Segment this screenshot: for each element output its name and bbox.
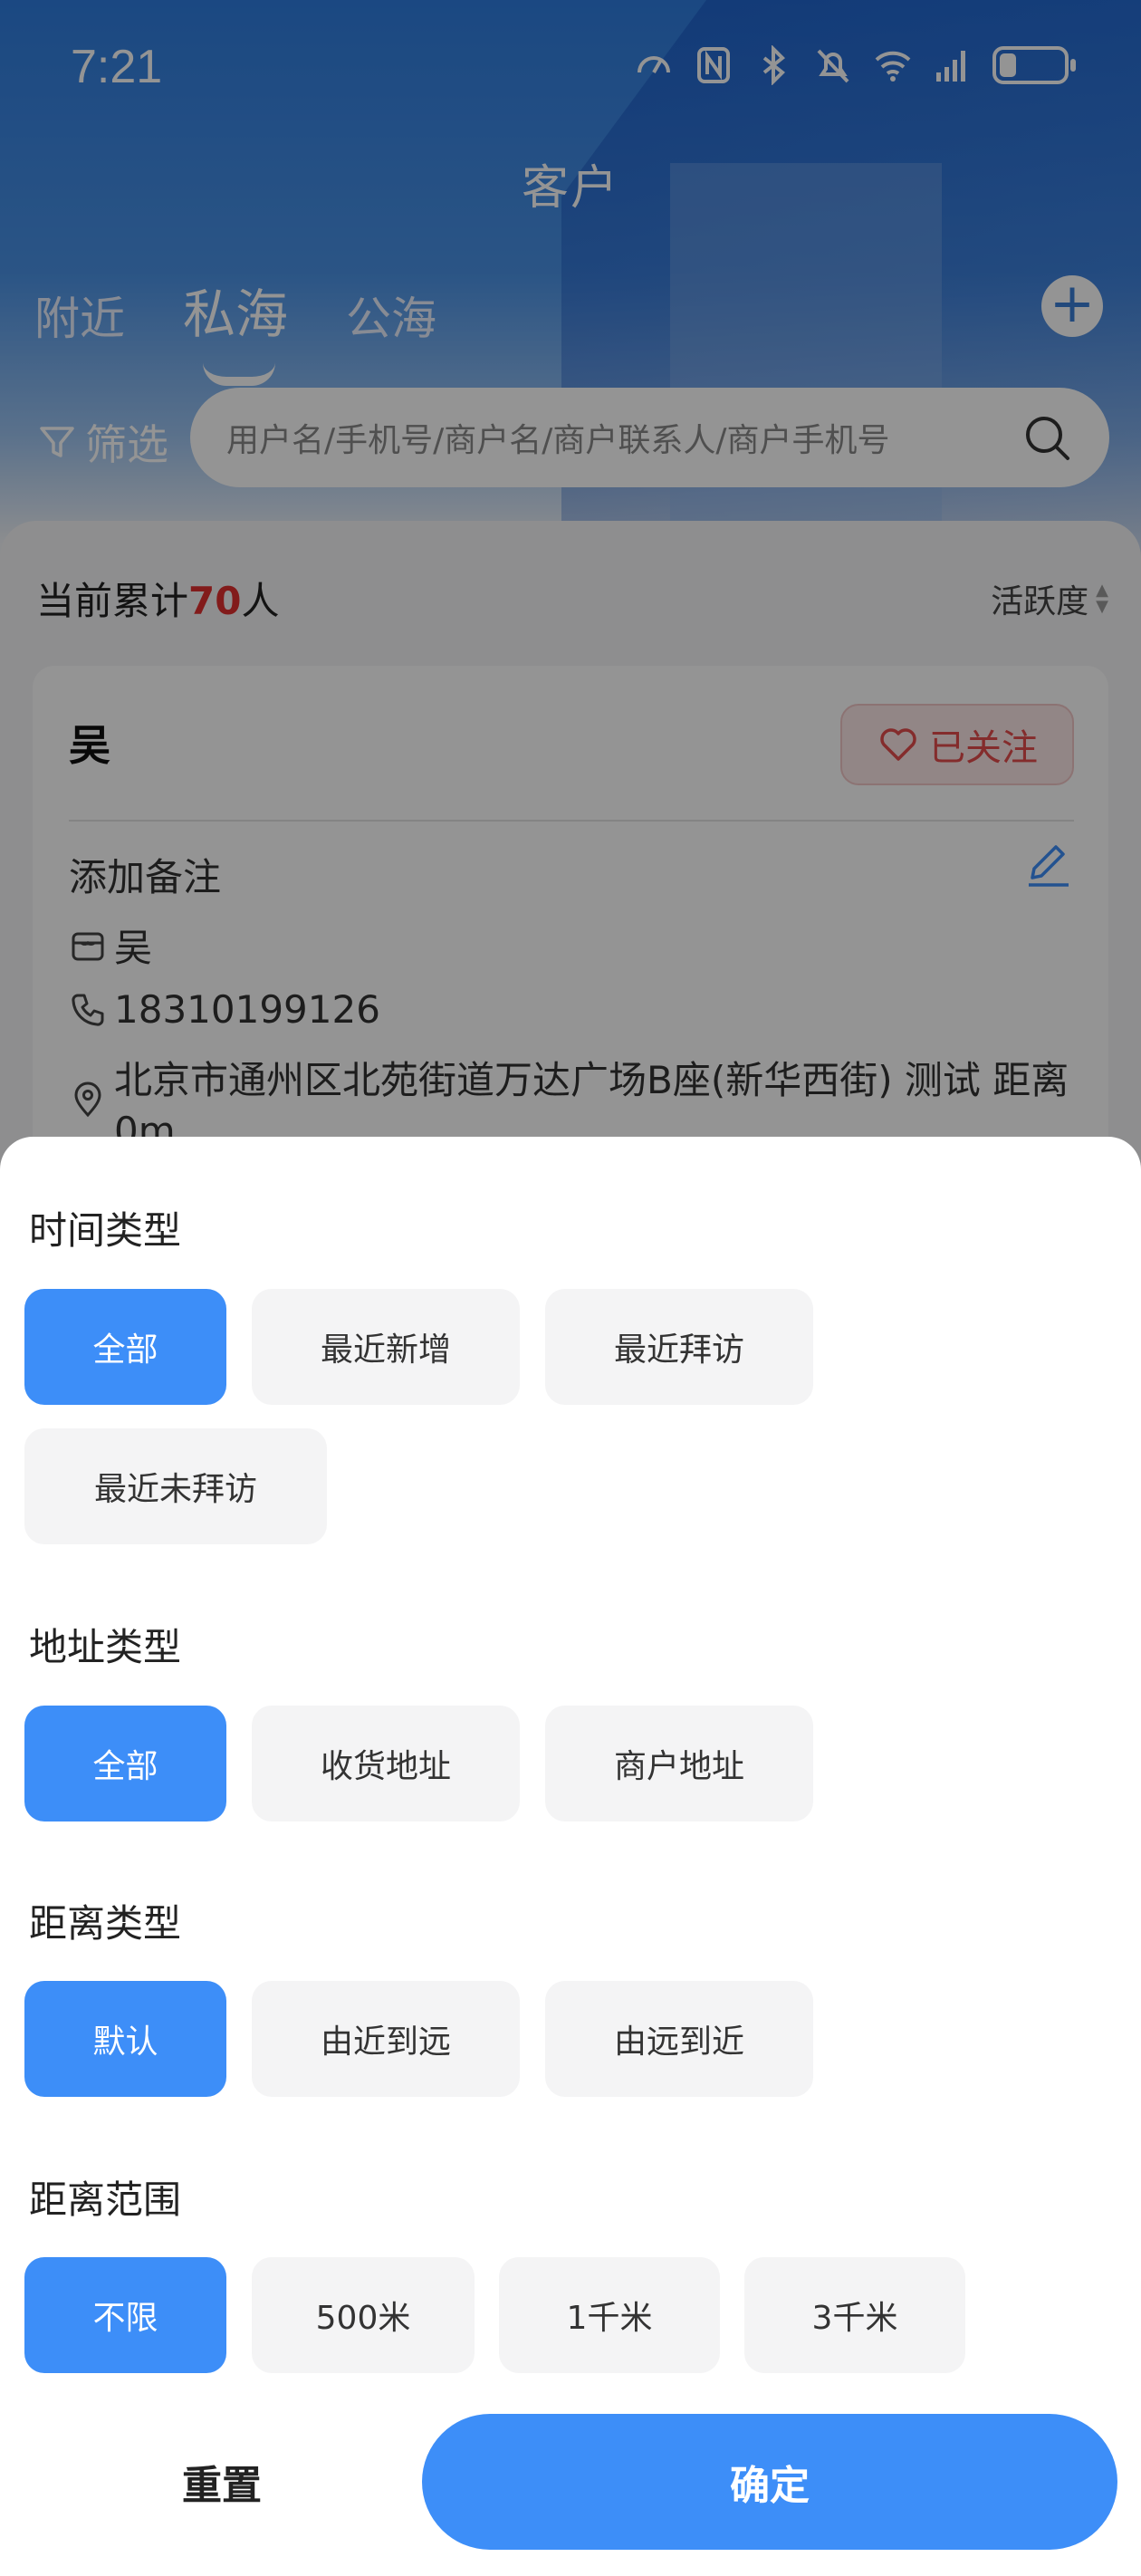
option-range-unlimited[interactable]: 不限 [24,2257,226,2373]
option-address-merchant[interactable]: 商户地址 [545,1706,813,1821]
option-distance-near-to-far[interactable]: 由近到远 [252,1981,520,2097]
option-address-all[interactable]: 全部 [24,1706,226,1821]
option-time-recent-added[interactable]: 最近新增 [252,1289,520,1405]
option-distance-default[interactable]: 默认 [24,1981,226,2097]
section-title-time-type: 时间类型 [29,1208,182,1253]
section-title-distance-range: 距离范围 [29,2177,182,2222]
option-distance-far-to-near[interactable]: 由远到近 [545,1981,813,2097]
filter-sheet: 时间类型 全部 最近新增 最近拜访 最近未拜访 地址类型 全部 收货地址 商户地… [0,1137,1141,2576]
option-time-recent-visited[interactable]: 最近拜访 [545,1289,813,1405]
option-range-500m[interactable]: 500米 [252,2257,475,2373]
sheet-footer: 重置 确定 [0,2414,1141,2576]
option-time-all[interactable]: 全部 [24,1289,226,1405]
section-title-distance-type: 距离类型 [29,1901,182,1946]
reset-button[interactable]: 重置 [36,2414,408,2550]
section-title-address-type: 地址类型 [29,1625,182,1669]
confirm-button[interactable]: 确定 [422,2414,1117,2550]
option-range-1km[interactable]: 1千米 [499,2257,720,2373]
option-time-not-visited[interactable]: 最近未拜访 [24,1428,327,1544]
option-address-delivery[interactable]: 收货地址 [252,1706,520,1821]
option-range-3km[interactable]: 3千米 [744,2257,965,2373]
